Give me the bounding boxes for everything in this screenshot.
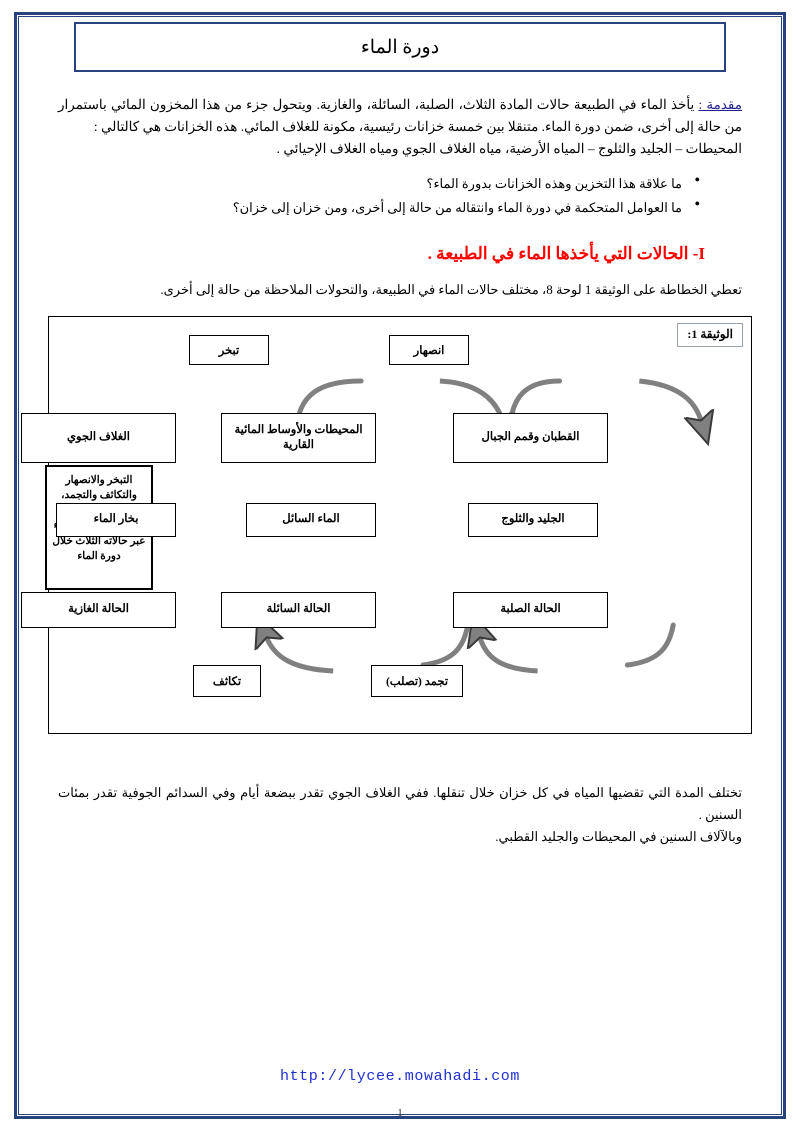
closing-line-2: وبالآلاف السنين في المحيطات والجليد القط… [495,828,742,844]
arrow-evaporation-to-atmosphere [639,378,701,421]
reservoir-box-oceans: المحيطات والأوساط المائية القارية [221,412,376,463]
section-heading: I- الحالات التي يأخذها الماء في الطبيعة … [40,244,705,264]
form-box-water-vapor: بخار الماء [56,502,176,537]
page-number: 1 [397,1107,403,1119]
intro-reservoirs-line: المحيطات – الجليد والثلوج – المياه الأرض… [276,140,742,156]
arrow-freezing-to-solid [266,637,334,674]
document-page: دورة الماء مقدمة : يأخذ الماء في الطبيعة… [0,0,800,1131]
form-box-ice-snow: الجليد والثلوج [468,502,598,537]
state-box-solid: الحالة الصلبة [453,591,608,628]
water-cycle-diagram: الوثيقة 1: انصهار تبخر القطبان وقمم الجب… [21,315,752,734]
document-figure-label: الوثيقة 1: [677,322,743,347]
closing-paragraph: تختلف المدة التي تقضيها المياه في كل خزا… [58,782,742,848]
intro-lead-label: مقدمة : [698,97,742,112]
section-subtitle: تعطي الخطاطة على الوثيقة 1 لوحة 8، مختلف… [160,281,742,297]
process-box-melting: انصهار [389,334,469,365]
section-heading-text: الحالات التي يأخذها الماء في الطبيعة . [427,243,689,263]
form-box-liquid-water: الماء السائل [246,502,376,537]
footer-url[interactable]: http://lycee.mowahadi.com [0,1068,800,1085]
process-box-condensation: تكاثف [193,664,261,697]
arrow-condensation-from-gas [624,622,676,668]
process-box-freezing: تجمد (تصلب) [371,664,463,697]
reservoir-box-atmosphere: الغلاف الجوي [21,412,176,463]
process-box-evaporation: تبخر [189,334,269,365]
page-title: دورة الماء [360,36,440,58]
section-number: I- [692,243,705,263]
arrow-condensation-to-liquid [480,637,538,674]
state-box-gas: الحالة الغازية [21,591,176,628]
state-box-liquid: الحالة السائلة [221,591,376,628]
question-list: ما علاقة هذا التخزين وهذه الخزانات بدورة… [130,171,700,220]
intro-body-text: يأخذ الماء في الطبيعة حالات المادة الثلا… [58,97,742,134]
title-box: دورة الماء [74,22,726,72]
reservoir-box-poles-mountains: القطبان وقمم الجبال [453,412,608,463]
closing-line-1: تختلف المدة التي تقضيها المياه في كل خزا… [58,784,742,822]
introduction-paragraph: مقدمة : يأخذ الماء في الطبيعة حالات الما… [58,94,742,160]
list-item: ما العوامل المتحكمة في دورة الماء وانتقا… [130,195,700,220]
list-item: ما علاقة هذا التخزين وهذه الخزانات بدورة… [130,171,700,196]
arrow-freezing-from-liquid [420,622,471,668]
page-content: دورة الماء مقدمة : يأخذ الماء في الطبيعة… [21,22,760,848]
